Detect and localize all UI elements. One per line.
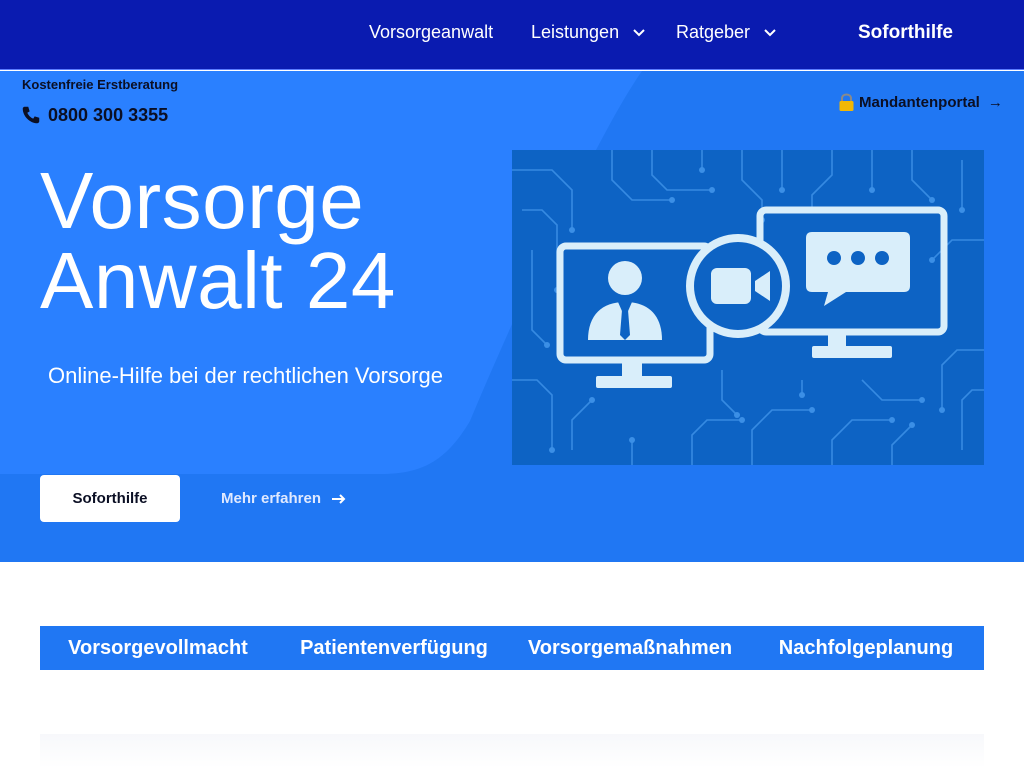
soforthilfe-button[interactable]: Soforthilfe [40, 475, 180, 522]
tab-vorsorgemassnahmen[interactable]: Vorsorgemaßnahmen [512, 626, 748, 670]
mehr-erfahren-link[interactable]: Mehr erfahren [221, 490, 347, 507]
lock-icon [839, 93, 854, 111]
phone-number: 0800 300 3355 [48, 104, 169, 125]
consult-label: Kostenfreie Erstberatung [22, 77, 179, 92]
mehr-erfahren-label: Mehr erfahren [221, 490, 322, 507]
video-consultation-illustration [512, 150, 984, 465]
portal-label: Mandantenportal [859, 94, 980, 111]
nav-cta-soforthilfe[interactable]: Soforthilfe [858, 22, 953, 44]
phone-icon [22, 106, 40, 124]
nav-item-vorsorgeanwalt[interactable]: Vorsorgeanwalt [369, 22, 493, 43]
nav-item-leistungen[interactable]: Leistungen [531, 22, 646, 43]
main-navigation: Vorsorgeanwalt Leistungen Ratgeber Sofor… [0, 0, 1024, 70]
nav-item-label: Ratgeber [676, 22, 751, 42]
chevron-down-icon [764, 29, 776, 37]
tab-patientenverfuegung[interactable]: Patientenverfügung [276, 626, 512, 670]
hero-section: Kostenfreie Erstberatung 0800 300 3355 M… [0, 71, 1024, 562]
nav-item-label: Leistungen [531, 22, 620, 42]
arrow-right-icon: → [987, 94, 1003, 111]
nav-item-label: Vorsorgeanwalt [369, 22, 494, 42]
chevron-down-icon [633, 29, 645, 37]
mandantenportal-link[interactable]: Mandantenportal → [838, 93, 1003, 112]
arrow-right-icon [332, 493, 346, 504]
tab-nachfolgeplanung[interactable]: Nachfolgeplanung [748, 626, 984, 670]
content-card-edge [40, 734, 984, 768]
video-camera-icon [686, 234, 790, 338]
nav-item-ratgeber[interactable]: Ratgeber [676, 22, 777, 43]
page-title: Vorsorge Anwalt 24 [40, 161, 396, 321]
title-line-2: Anwalt 24 [40, 236, 396, 325]
tab-vorsorgevollmacht[interactable]: Vorsorgevollmacht [40, 626, 276, 670]
phone-link[interactable]: 0800 300 3355 [20, 104, 168, 126]
title-line-1: Vorsorge [40, 156, 365, 245]
hero-subtitle: Online-Hilfe bei der rechtlichen Vorsorg… [48, 363, 443, 388]
service-tabs: Vorsorgevollmacht Patientenverfügung Vor… [40, 626, 984, 670]
